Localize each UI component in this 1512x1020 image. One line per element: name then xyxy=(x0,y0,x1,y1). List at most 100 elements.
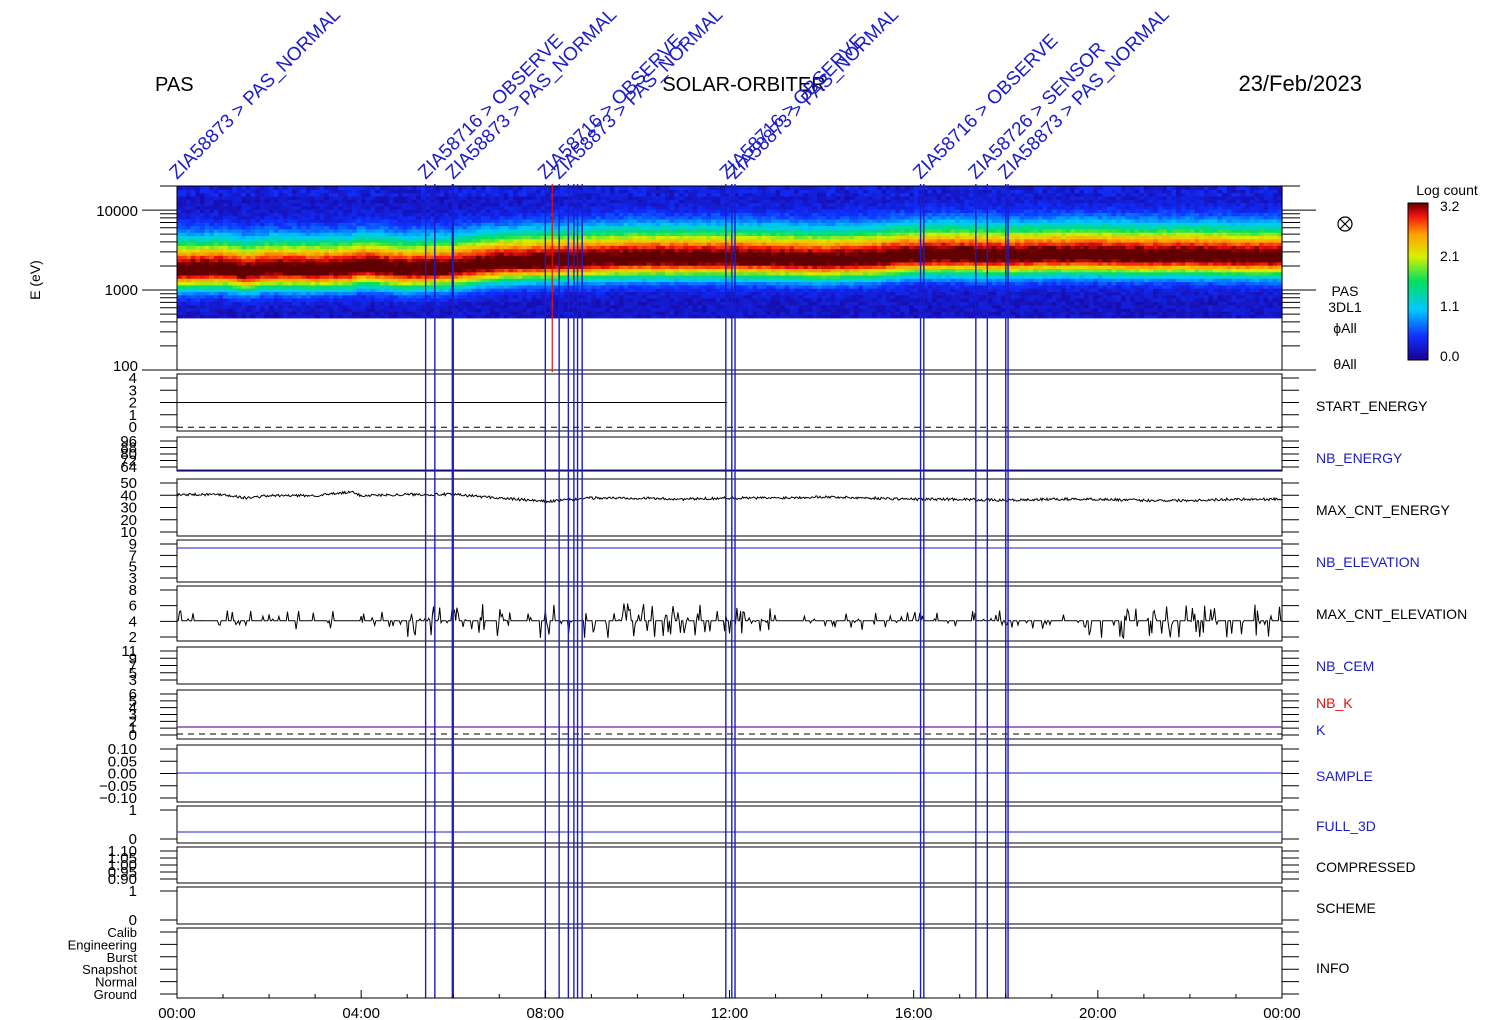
spectrogram-cell xyxy=(490,186,496,190)
spectrogram-cell xyxy=(655,186,661,190)
spectrogram-cell xyxy=(439,186,445,190)
spectrogram-cell xyxy=(223,186,229,190)
spectrogram-cell xyxy=(310,186,316,190)
spectrogram-cell xyxy=(186,186,192,190)
spectrogram-cell xyxy=(287,186,293,190)
spectrogram-cell xyxy=(600,186,606,190)
spectrogram-cell xyxy=(462,186,468,190)
spectrogram-cell xyxy=(706,186,712,190)
spectrogram-cell xyxy=(453,186,459,190)
spectrogram-cell xyxy=(333,186,339,190)
spectrogram-cell xyxy=(273,186,279,190)
spectrogram-cell xyxy=(637,186,643,190)
spectrogram-cell xyxy=(370,186,376,190)
spectrogram-cell xyxy=(609,186,615,190)
spectrogram-cell xyxy=(715,186,721,190)
spectrogram-cell xyxy=(480,186,487,190)
spectrogram-cell xyxy=(701,186,708,190)
spectrogram-cell xyxy=(361,186,367,190)
spectrogram-cell xyxy=(619,186,625,190)
spectrogram-cell xyxy=(301,186,307,190)
spectrogram-cell xyxy=(259,186,266,190)
spectrogram-cell xyxy=(467,186,473,190)
spectrogram-cell xyxy=(342,186,348,190)
spectrogram-cell xyxy=(393,186,399,190)
spectrogram-cell xyxy=(402,186,408,190)
spectrogram-cell xyxy=(324,186,330,190)
spectrogram-cell xyxy=(315,186,321,190)
spectrogram-cell xyxy=(425,186,431,190)
spectrogram-cell xyxy=(352,186,358,190)
spectrogram-cell xyxy=(642,186,648,190)
spectrogram-cell xyxy=(683,186,689,190)
spectrogram-cell xyxy=(568,186,574,190)
spectrogram-cell xyxy=(213,186,219,190)
date-title: 23/Feb/2023 xyxy=(1238,71,1362,96)
spectrogram-cell xyxy=(181,186,187,190)
spectrogram-cells xyxy=(177,186,1283,319)
spectrogram-cell xyxy=(632,186,638,190)
spectrogram-cell xyxy=(522,186,528,190)
pas-overview-chart: PAS SOLAR-ORBITER 23/Feb/2023 E (eV) 100… xyxy=(27,4,1478,1020)
spectrogram-cell xyxy=(692,186,698,190)
spectrogram-panel: E (eV) 10000 1000 100 PAS 3DL1 ϕAll θAll xyxy=(27,185,1362,375)
spectrogram-cell xyxy=(375,186,381,190)
spectrogram-cell xyxy=(227,186,233,190)
spectrogram-cell xyxy=(292,186,298,190)
spectrogram-cell xyxy=(398,186,404,190)
spectrogram-cell xyxy=(347,186,353,190)
spectrogram-cell xyxy=(246,186,252,190)
spectrogram-cell xyxy=(697,186,703,190)
spectrogram-cell xyxy=(232,186,238,190)
spectrogram-cell xyxy=(651,186,657,190)
spectrogram-cell xyxy=(669,186,675,190)
spectrogram-cell xyxy=(411,186,417,190)
spectrogram-cell xyxy=(296,186,302,190)
spectrogram-cell xyxy=(282,186,289,190)
spectrogram-cell xyxy=(660,186,666,190)
spectrogram-cell xyxy=(605,186,611,190)
spectrogram-cell xyxy=(379,186,385,190)
spectrogram-cell xyxy=(264,186,270,190)
spectrogram-cell xyxy=(388,186,394,190)
spectrogram-cell xyxy=(209,186,215,190)
spectrogram-cell xyxy=(384,186,390,190)
spectrogram-cell xyxy=(614,186,620,190)
spectrogram-cell xyxy=(250,186,256,190)
spectrogram-cell xyxy=(494,186,500,190)
spectrogram-cell xyxy=(499,186,505,190)
spectrogram-cell xyxy=(195,186,201,190)
spectrogram-cell xyxy=(596,186,602,190)
spectrogram-cell xyxy=(356,186,362,190)
spectrogram-cell xyxy=(688,186,694,190)
spectrogram-cell xyxy=(190,186,196,190)
spectrogram-cell xyxy=(177,186,183,190)
spectrogram-cell xyxy=(545,186,551,190)
spectrogram-cell xyxy=(738,186,744,190)
spectrogram-cell xyxy=(591,186,597,190)
spectrogram-cell xyxy=(503,186,510,190)
spectrogram-cell xyxy=(628,186,634,190)
spectrogram-cell xyxy=(319,186,325,190)
spectrogram-cell xyxy=(255,186,261,190)
spectrogram-cell xyxy=(536,186,542,190)
spectrogram-cell xyxy=(338,186,344,190)
spectrogram-cell xyxy=(678,186,685,190)
spectrogram-cell xyxy=(559,186,565,190)
spectrogram-cell xyxy=(365,186,371,190)
spectrogram-cell xyxy=(646,186,652,190)
spectrogram-cell xyxy=(517,186,523,190)
spectrogram-cell xyxy=(328,186,335,190)
spectrogram-cell xyxy=(485,186,491,190)
spectrogram-cell xyxy=(434,186,440,190)
spectrogram-cell xyxy=(674,186,680,190)
spectrogram-cell xyxy=(531,186,537,190)
instrument-title: PAS xyxy=(155,74,194,96)
spectrogram-cell xyxy=(218,186,224,190)
spectrogram-cell xyxy=(204,186,210,190)
spectrogram-cell xyxy=(586,186,592,190)
spectrogram-cell xyxy=(407,186,413,190)
spectrogram-cell xyxy=(720,186,726,190)
spectrogram-cell xyxy=(269,186,275,190)
spectrogram-cell xyxy=(416,186,422,190)
